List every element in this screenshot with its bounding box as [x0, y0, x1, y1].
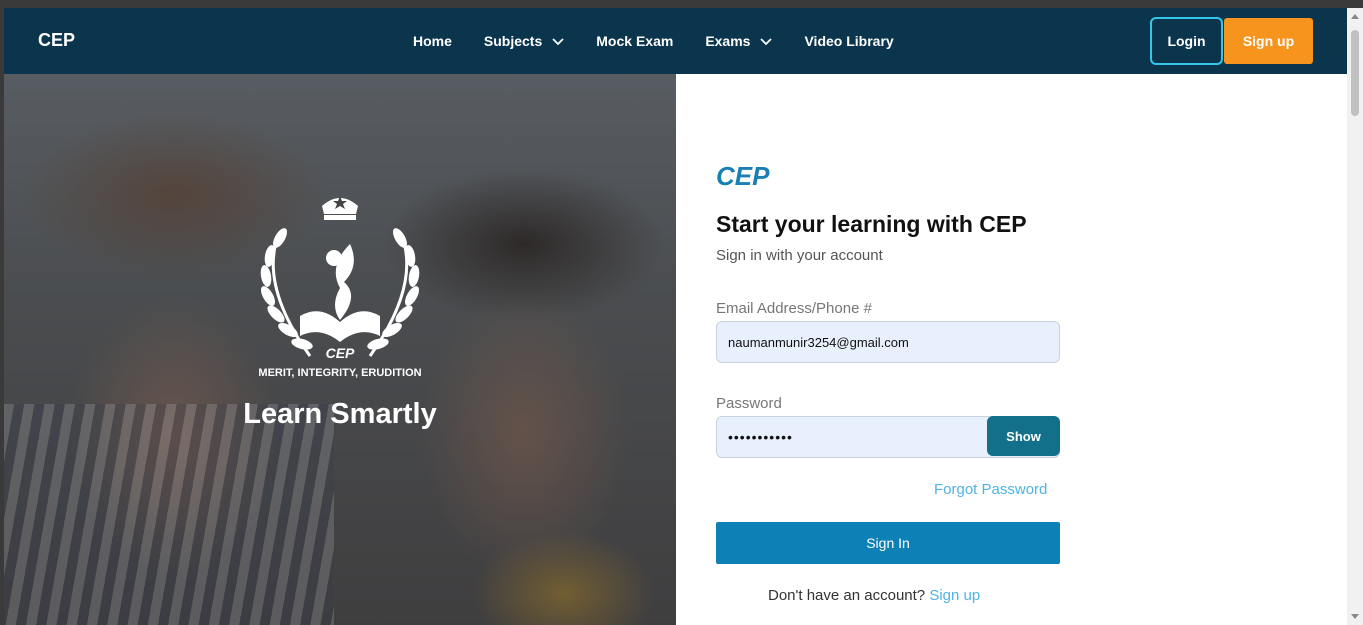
hero-motto: MERIT, INTEGRITY, ERUDITION — [258, 367, 422, 379]
hero-tagline: Learn Smartly — [243, 398, 437, 430]
cep-logo-icon: CEP — [716, 162, 770, 190]
page-subtitle: Sign in with your account — [716, 247, 883, 264]
email-label: Email Address/Phone # — [716, 300, 872, 317]
password-label: Password — [716, 395, 782, 412]
signup-button[interactable]: Sign up — [1224, 18, 1313, 64]
scroll-up-icon[interactable] — [1351, 14, 1359, 19]
show-password-button[interactable]: Show — [987, 416, 1060, 456]
nav-item-video-library[interactable]: Video Library — [804, 33, 893, 49]
main-menu: Home Subjects Mock Exam Exams Video Libr… — [413, 8, 926, 74]
nav-item-exams[interactable]: Exams — [705, 33, 773, 49]
nav-item-label: Home — [413, 33, 452, 49]
sign-in-button[interactable]: Sign In — [716, 522, 1060, 564]
nav-item-home[interactable]: Home — [413, 33, 452, 49]
email-field[interactable]: naumanmunir3254@gmail.com — [716, 321, 1060, 363]
logo-text: CEP — [716, 162, 770, 190]
no-account-text: Don't have an account? — [768, 587, 926, 604]
nav-item-label: Video Library — [804, 33, 894, 49]
scroll-thumb[interactable] — [1351, 30, 1359, 116]
nav-item-label: Mock Exam — [596, 33, 674, 49]
nav-item-label: Exams — [705, 33, 751, 49]
login-button[interactable]: Login — [1150, 17, 1223, 65]
laurel-emblem-icon: CEP — [260, 196, 420, 361]
page-title: Start your learning with CEP — [716, 211, 1027, 237]
top-navbar: CEP Home Subjects Mock Exam Exams Video … — [4, 8, 1347, 74]
nav-item-subjects[interactable]: Subjects — [484, 33, 564, 49]
page-frame: CEP Home Subjects Mock Exam Exams Video … — [4, 8, 1347, 625]
chevron-down-icon — [552, 38, 564, 46]
signup-prompt: Don't have an account? Sign up — [768, 587, 980, 604]
chevron-down-icon — [760, 38, 773, 46]
forgot-password-link[interactable]: Forgot Password — [934, 481, 1047, 498]
nav-item-mock-exam[interactable]: Mock Exam — [596, 33, 673, 49]
emblem-text: CEP — [326, 345, 355, 361]
signup-link[interactable]: Sign up — [929, 587, 980, 604]
vertical-scrollbar[interactable] — [1347, 8, 1363, 625]
scroll-down-icon[interactable] — [1351, 614, 1359, 619]
brand-logo[interactable]: CEP — [38, 30, 75, 51]
nav-item-label: Subjects — [483, 33, 543, 49]
